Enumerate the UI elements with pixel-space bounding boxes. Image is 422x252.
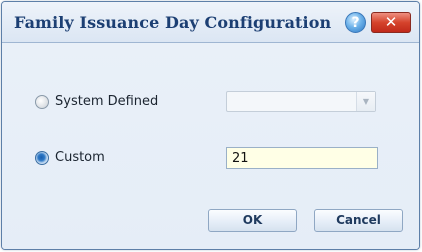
custom-radio[interactable] — [35, 151, 49, 165]
system-defined-label[interactable]: System Defined — [55, 94, 158, 109]
family-issuance-day-dialog: Family Issuance Day Configuration ? ✕ Sy… — [1, 1, 420, 250]
system-defined-radio[interactable] — [35, 95, 49, 109]
chevron-down-icon[interactable]: ▼ — [356, 92, 375, 111]
system-defined-select[interactable]: ▼ — [226, 91, 376, 112]
custom-label[interactable]: Custom — [55, 150, 105, 165]
dialog-titlebar[interactable]: Family Issuance Day Configuration ? ✕ — [2, 2, 419, 43]
close-icon[interactable]: ✕ — [371, 12, 411, 33]
cancel-button[interactable]: Cancel — [314, 209, 403, 232]
ok-button[interactable]: OK — [208, 209, 297, 232]
custom-day-input[interactable] — [226, 147, 378, 169]
dialog-body: System Defined ▼ Custom OK Cancel — [2, 43, 419, 249]
dialog-title: Family Issuance Day Configuration — [14, 13, 332, 32]
help-icon[interactable]: ? — [345, 12, 366, 33]
